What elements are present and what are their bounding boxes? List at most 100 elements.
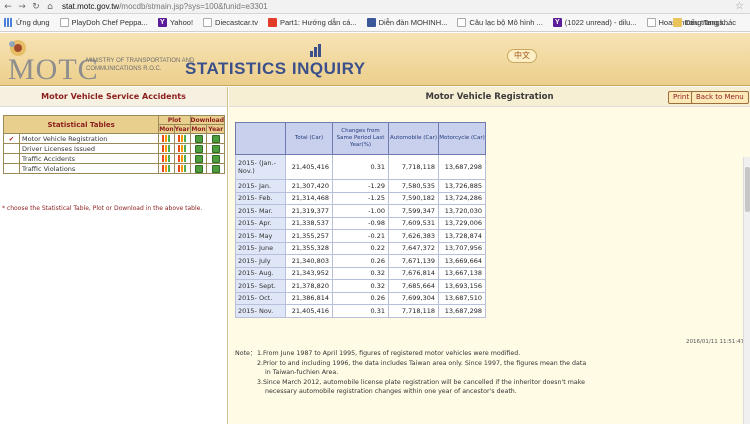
bar-chart-icon — [177, 165, 187, 172]
bar-chart-icon — [177, 155, 187, 162]
download-mon-button[interactable] — [189, 133, 208, 144]
page-icon — [457, 18, 467, 27]
change-cell: -0.21 — [332, 229, 389, 243]
url-field[interactable]: stat.motc.gov.tw/mocdb/stmain.jsp?sys=10… — [62, 2, 268, 11]
plot-mon-button[interactable] — [158, 153, 175, 164]
stat-link[interactable]: Driver Licenses Issued — [18, 143, 160, 154]
table-row: 2015- July 21,340,803 0.26 7,671,139 13,669,… — [235, 254, 486, 268]
language-toggle-button[interactable]: 中文 — [507, 49, 537, 63]
back-to-menu-button[interactable]: Back to Menu — [691, 91, 749, 104]
bookmark-item[interactable]: Diễn đàn MOHINH... — [366, 18, 447, 27]
stat-link[interactable]: Motor Vehicle Registration — [18, 133, 160, 144]
table-row: 2015- Apr. 21,338,537 -0.98 7,609,531 13,729… — [235, 216, 486, 230]
column-header — [235, 122, 286, 155]
download-mon-button[interactable] — [189, 163, 208, 174]
total-cell: 21,343,952 — [285, 266, 333, 280]
automobile-cell: 7,671,139 — [388, 254, 439, 268]
bookmark-item[interactable]: Diecastcar.tv — [203, 18, 258, 27]
stat-row-driver-licenses: Driver Licenses Issued — [3, 143, 225, 154]
plot-year-button[interactable] — [173, 163, 191, 174]
download-year-button[interactable] — [206, 143, 225, 154]
category-title: Motor Vehicle Service Accidents — [0, 87, 227, 107]
plot-year-button[interactable] — [173, 133, 191, 144]
download-year-button[interactable] — [206, 163, 225, 174]
total-cell: 21,405,416 — [285, 154, 333, 180]
yahoo-icon: Y — [552, 18, 562, 27]
bookmark-item[interactable]: Câu lạc bộ Mô hình ... — [457, 18, 543, 27]
automobile-cell: 7,699,304 — [388, 291, 439, 305]
plot-mon-button[interactable] — [158, 163, 175, 174]
period-cell: 2015- Mar. — [235, 204, 286, 218]
total-cell: 21,355,257 — [285, 229, 333, 243]
plot-mon-button[interactable] — [158, 143, 175, 154]
plot-mon-button[interactable] — [158, 133, 175, 144]
table-row: 2015- Jan. 21,307,420 -1.29 7,580,535 13,726… — [235, 179, 486, 193]
period-cell: 2015- Nov. — [235, 304, 286, 318]
bookmark-item[interactable]: Part1: Hướng dẫn cá... — [267, 18, 357, 27]
motorcycle-cell: 13,707,956 — [438, 241, 486, 255]
download-icon — [211, 154, 220, 163]
page-icon — [203, 18, 213, 27]
table-row: 2015- June 21,355,328 0.22 7,647,372 13,707,… — [235, 241, 486, 255]
motorcycle-cell: 13,726,885 — [438, 179, 486, 193]
bar-chart-icon — [161, 155, 171, 162]
note-line: 3.Since March 2012, automobile license p… — [257, 378, 586, 386]
plot-year-button[interactable] — [173, 143, 191, 154]
note-label: Note： — [235, 350, 257, 357]
notes: Note： 1.From June 1987 to April 1995, fig… — [235, 349, 725, 397]
bookmark-label: Part1: Hướng dẫn cá... — [279, 18, 357, 27]
plot-header: Plot — [158, 115, 191, 125]
bookmark-item[interactable]: PlayDoh Chef Peppa... — [59, 18, 148, 27]
table-row: 2015- Mar. 21,319,377 -1.00 7,599,347 13,720… — [235, 204, 486, 218]
bookmark-apps[interactable]: Ứng dụng — [4, 18, 50, 27]
change-cell: 0.31 — [332, 304, 389, 318]
download-header: Download — [189, 115, 226, 125]
bar-chart-icon — [161, 135, 171, 142]
period-cell: 2015- Sept. — [235, 279, 286, 293]
page-icon — [59, 18, 69, 27]
period-cell: 2015- Oct. — [235, 291, 286, 305]
empty-check-cell — [3, 153, 20, 164]
bookmark-label: PlayDoh Chef Peppa... — [71, 18, 148, 27]
reload-icon[interactable]: ↻ — [30, 1, 42, 13]
download-mon-button[interactable] — [189, 153, 208, 164]
download-icon — [194, 134, 203, 143]
change-cell: -0.98 — [332, 216, 389, 230]
site-header: MOTC MINISTRY OF TRANSPORTATION AND COMM… — [0, 33, 750, 86]
table-row: 2015- Oct. 21,386,814 0.26 7,699,304 13,687,… — [235, 291, 486, 305]
download-year-button[interactable] — [206, 133, 225, 144]
stat-link[interactable]: Traffic Violations — [18, 163, 160, 174]
column-header: Motorcycle (Car) — [438, 122, 486, 155]
download-year-button[interactable] — [206, 153, 225, 164]
timestamp: 2016/01/11 11:51:47 — [686, 339, 745, 345]
vertical-scrollbar[interactable] — [743, 157, 750, 424]
total-cell: 21,386,814 — [285, 291, 333, 305]
motorcycle-cell: 13,687,298 — [438, 304, 486, 318]
table-row: 2015- (Jan.- Nov.) 21,405,416 0.31 7,718,11… — [235, 154, 486, 180]
motorcycle-cell: 13,687,298 — [438, 154, 486, 180]
bookmark-label: (1022 unread) - dilu... — [564, 18, 637, 27]
automobile-cell: 7,580,535 — [388, 179, 439, 193]
automobile-cell: 7,685,664 — [388, 279, 439, 293]
stat-row-traffic-accidents: Traffic Accidents — [3, 153, 225, 164]
bookmark-star-icon[interactable]: ☆ — [735, 1, 744, 12]
change-cell: -1.00 — [332, 204, 389, 218]
right-panel: Motor Vehicle Registration Print Back to… — [229, 87, 750, 424]
note-line: in Taiwan-fuchien Area. — [265, 369, 339, 376]
download-icon — [211, 134, 220, 143]
bookmark-item[interactable]: Y Yahoo! — [157, 18, 193, 27]
bookmark-item[interactable]: Y (1022 unread) - dilu... — [552, 18, 637, 27]
home-icon[interactable]: ⌂ — [44, 1, 56, 13]
plot-year-button[interactable] — [173, 153, 191, 164]
back-arrow-icon[interactable]: ← — [2, 1, 14, 13]
scrollbar-thumb[interactable] — [745, 167, 750, 212]
change-cell: 0.32 — [332, 279, 389, 293]
automobile-cell: 7,718,118 — [388, 154, 439, 180]
download-mon-button[interactable] — [189, 143, 208, 154]
bookmark-other[interactable]: Dấu trang khác — [673, 18, 736, 27]
statistical-tables-header: Statistical Tables — [2, 115, 160, 134]
download-icon — [194, 144, 203, 153]
motorcycle-cell: 13,729,006 — [438, 216, 486, 230]
stat-link[interactable]: Traffic Accidents — [18, 153, 160, 164]
forward-arrow-icon[interactable]: → — [16, 1, 28, 13]
